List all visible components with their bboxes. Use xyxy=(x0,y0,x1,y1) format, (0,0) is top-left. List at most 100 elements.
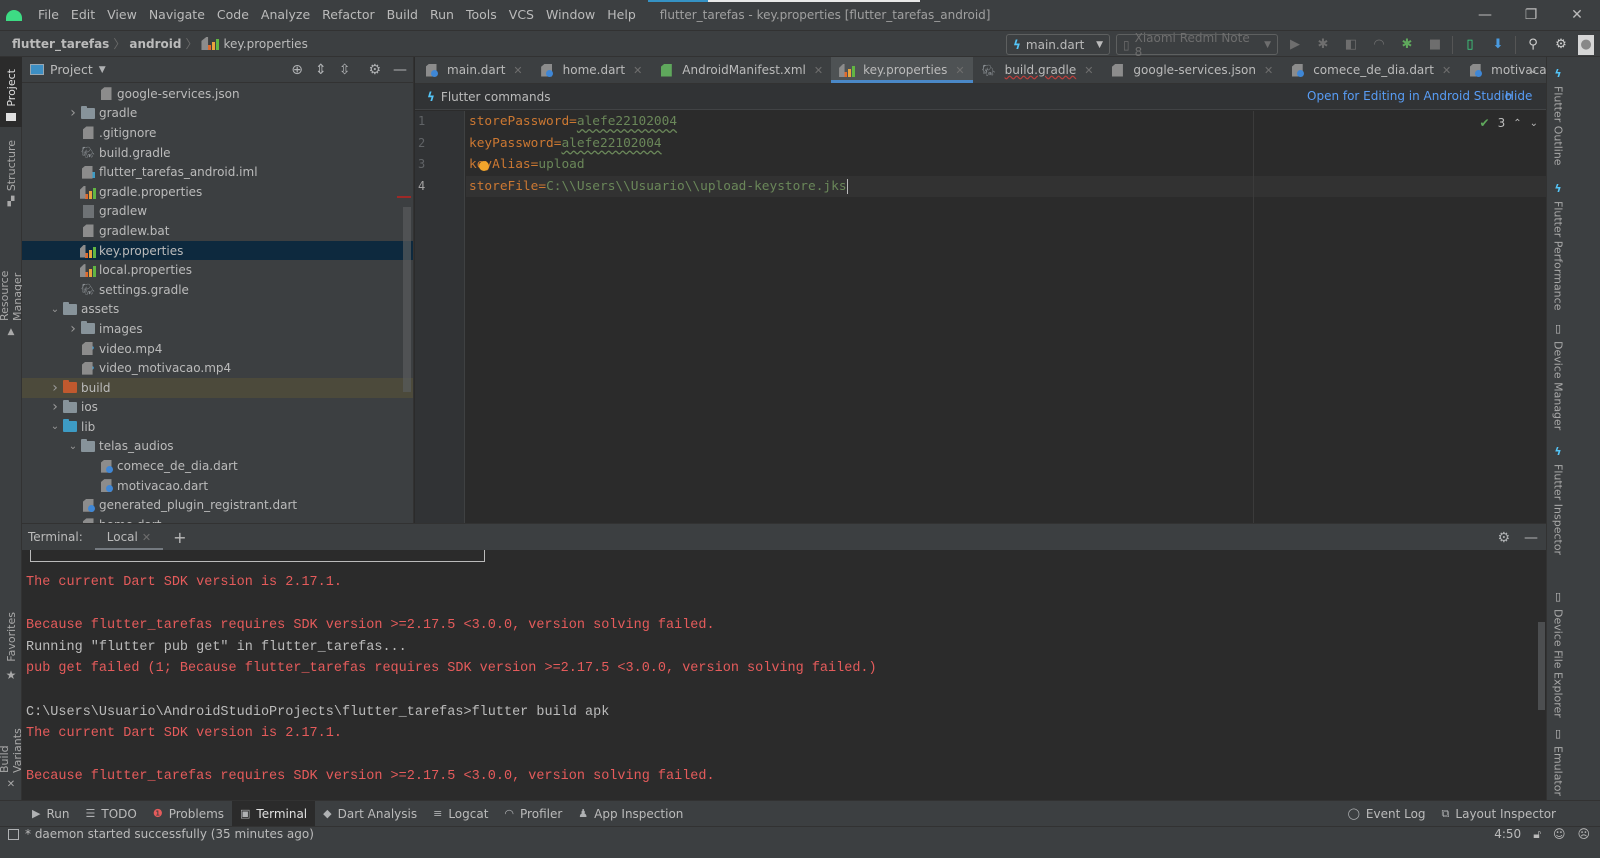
tree-item[interactable]: › build xyxy=(22,377,413,398)
menu-navigate[interactable]: Navigate xyxy=(143,0,211,30)
previous-highlight-icon[interactable]: ⌃ xyxy=(1513,118,1521,129)
tree-item[interactable]: google-services.json xyxy=(22,84,413,104)
stripe-tab-device-manager[interactable]: ▯ Device Manager xyxy=(1547,322,1569,430)
menu-run[interactable]: Run xyxy=(424,0,460,30)
sdk-manager-icon[interactable]: ⬇ xyxy=(1487,34,1509,56)
stripe-tab-project[interactable]: Project xyxy=(0,57,22,127)
device-select[interactable]: ▯ Xiaomi Redmi Note 8 ▼ xyxy=(1116,31,1278,59)
menu-analyze[interactable]: Analyze xyxy=(255,0,316,30)
tree-item[interactable]: ?video_motivacao.mp4 xyxy=(22,358,413,378)
run-config-select[interactable]: ϟ main.dart ▼ xyxy=(1006,34,1110,55)
breadcrumb-project[interactable]: flutter_tarefas xyxy=(0,37,109,51)
debug-icon[interactable]: ✱ xyxy=(1312,34,1334,56)
close-tab-icon[interactable]: ✕ xyxy=(1264,64,1273,77)
terminal-output[interactable]: The current Dart SDK version is 2.17.1. B… xyxy=(22,550,1546,800)
intention-bulb-icon[interactable] xyxy=(479,161,489,171)
editor-tab[interactable]: main.dart ✕ xyxy=(415,57,531,83)
tool-window-layout-inspector[interactable]: ⧉ Layout Inspector xyxy=(1434,801,1564,826)
tree-item[interactable]: gradlew xyxy=(22,202,413,222)
next-highlight-icon[interactable]: ⌄ xyxy=(1530,118,1538,129)
tree-item[interactable]: gradlew.bat xyxy=(22,221,413,241)
code-line[interactable]: keyAlias=upload xyxy=(466,154,1546,176)
chevron-right-icon[interactable]: › xyxy=(48,380,62,396)
breadcrumb-folder[interactable]: android xyxy=(129,37,181,51)
tool-window-terminal[interactable]: ▣ Terminal xyxy=(232,801,316,826)
editor-tab[interactable]: comece_de_dia.dart ✕ xyxy=(1281,57,1459,83)
tree-item[interactable]: motivacao.dart xyxy=(22,476,413,496)
status-message[interactable]: * daemon started successfully (35 minute… xyxy=(25,827,314,841)
code-line[interactable]: keyPassword=alefe22102004 xyxy=(466,133,1546,155)
close-tab-icon[interactable]: ✕ xyxy=(513,64,522,77)
menu-build[interactable]: Build xyxy=(381,0,424,30)
hide-panel-icon[interactable]: — xyxy=(1524,530,1538,546)
tool-window-profiler[interactable]: ◠ Profiler xyxy=(496,801,570,826)
feedback-happy-icon[interactable]: ☺ xyxy=(1553,827,1566,841)
tool-window-logcat[interactable]: ≡ Logcat xyxy=(425,801,496,826)
locate-icon[interactable]: ⊕ xyxy=(291,62,303,78)
tree-item[interactable]: comece_de_dia.dart xyxy=(22,456,413,476)
restore-button[interactable]: ❐ xyxy=(1508,0,1554,30)
attach-debugger-icon[interactable]: ✱ xyxy=(1396,34,1418,56)
editor-tab[interactable]: AndroidManifest.xml ✕ xyxy=(650,57,831,83)
tree-item[interactable]: key.properties xyxy=(22,240,413,261)
tree-item[interactable]: ⌄ telas_audios xyxy=(22,437,413,457)
stop-icon[interactable]: ■ xyxy=(1424,34,1446,56)
tree-item[interactable]: 🐘︎ build.gradle xyxy=(22,143,413,163)
tree-item[interactable]: .gitignore xyxy=(22,123,413,143)
stripe-tab-flutter-inspector[interactable]: ϟ Flutter Inspector xyxy=(1547,445,1569,555)
chevron-right-icon[interactable]: › xyxy=(66,321,80,337)
menu-vcs[interactable]: VCS xyxy=(503,0,540,30)
tool-window-problems[interactable]: ❶ Problems xyxy=(145,801,232,826)
collapse-all-icon[interactable]: ⇳ xyxy=(339,62,351,78)
run-icon[interactable]: ▶ xyxy=(1284,34,1306,56)
menu-window[interactable]: Window xyxy=(540,0,601,30)
gear-icon[interactable]: ⚙ xyxy=(1550,34,1572,56)
menu-file[interactable]: File xyxy=(32,0,65,30)
editor-tab[interactable]: 🐘︎ build.gradle ✕ xyxy=(973,57,1102,83)
code-line[interactable]: storePassword=alefe22102004 xyxy=(466,111,1546,133)
avatar-icon[interactable]: ● xyxy=(1578,34,1594,55)
close-button[interactable]: ✕ xyxy=(1554,0,1600,30)
stripe-tab-favorites[interactable]: ★ Favorites xyxy=(0,612,22,682)
menu-view[interactable]: View xyxy=(101,0,143,30)
open-in-android-studio-link[interactable]: Open for Editing in Android Studio xyxy=(1307,89,1512,103)
tool-window-run[interactable]: ▶ Run xyxy=(24,801,77,826)
gear-icon[interactable]: ⚙ xyxy=(1497,530,1510,546)
tree-item[interactable]: 🐘︎ settings.gradle xyxy=(22,280,413,300)
menu-refactor[interactable]: Refactor xyxy=(316,0,380,30)
toggle-tool-windows-icon[interactable] xyxy=(8,828,19,840)
chevron-down-icon[interactable]: ⌄ xyxy=(66,441,80,452)
chevron-right-icon[interactable]: › xyxy=(48,399,62,415)
hide-banner-link[interactable]: Hide xyxy=(1505,89,1532,103)
menu-code[interactable]: Code xyxy=(211,0,255,30)
tree-item[interactable]: › ios xyxy=(22,398,413,418)
tree-item[interactable]: generated_plugin_registrant.dart xyxy=(22,495,413,515)
tree-item[interactable]: › gradle xyxy=(22,104,413,124)
code-editor[interactable]: storePassword=alefe22102004 keyPassword=a… xyxy=(466,111,1546,523)
terminal-tab-local[interactable]: Local ✕ xyxy=(94,524,164,551)
stripe-tab-build-variants[interactable]: ✕ Build Variants xyxy=(0,702,24,790)
device-manager-icon[interactable]: ▯ xyxy=(1459,34,1481,56)
close-tab-icon[interactable]: ✕ xyxy=(814,64,823,77)
close-tab-icon[interactable]: ✕ xyxy=(1442,64,1451,77)
chevron-down-icon[interactable]: ⌄ xyxy=(48,421,62,432)
tool-window-app-inspection[interactable]: ♟ App Inspection xyxy=(570,801,691,826)
project-scrollbar[interactable] xyxy=(403,207,411,392)
minimize-button[interactable]: — xyxy=(1462,0,1508,30)
stripe-tab-flutter-outline[interactable]: ϟ Flutter Outline xyxy=(1547,67,1569,166)
stripe-tab-device-file-explorer[interactable]: ▯ Device File Explorer xyxy=(1547,590,1569,718)
close-tab-icon[interactable]: ✕ xyxy=(633,64,642,77)
code-line[interactable]: storeFile=C:\\Users\\Usuario\\upload-key… xyxy=(466,175,1546,198)
new-terminal-button[interactable]: + xyxy=(163,528,196,547)
editor-tab[interactable]: home.dart ✕ xyxy=(531,57,651,83)
tool-window-dart-analysis[interactable]: ◆ Dart Analysis xyxy=(315,801,425,826)
close-icon[interactable]: ✕ xyxy=(142,531,151,544)
close-tab-icon[interactable]: ✕ xyxy=(1084,64,1093,77)
project-view-select[interactable]: Project xyxy=(50,62,93,77)
editor-tab[interactable]: google-services.json ✕ xyxy=(1101,57,1281,83)
hide-panel-icon[interactable]: — xyxy=(393,62,407,78)
tool-window-todo[interactable]: ☰ TODO xyxy=(77,801,144,826)
tree-item[interactable]: gradle.properties xyxy=(22,182,413,202)
stripe-tab-resource-manager[interactable]: ▲ Resource Manager xyxy=(0,222,24,337)
caret-position[interactable]: 4:50 xyxy=(1494,827,1521,841)
